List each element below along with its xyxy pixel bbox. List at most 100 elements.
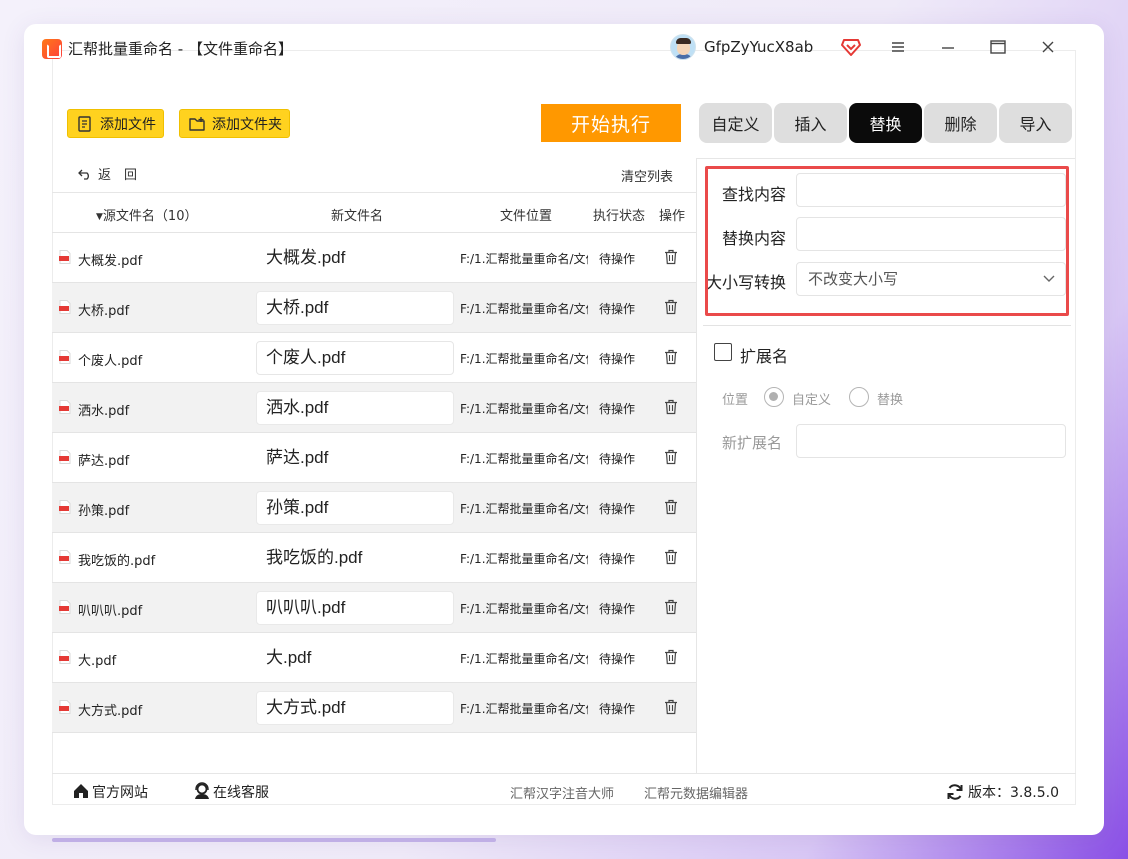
column-header-source[interactable]: ▼源文件名（10） [96, 205, 197, 224]
highlight-box [705, 166, 1069, 316]
new-filename-input[interactable] [256, 391, 454, 425]
username[interactable]: GfpZyYucX8ab [704, 38, 813, 56]
support-icon [195, 782, 209, 799]
trash-icon[interactable] [664, 649, 678, 665]
new-extension-input[interactable] [796, 424, 1066, 458]
source-filename: 大桥.pdf [78, 304, 130, 319]
tab-replace[interactable]: 替换 [849, 103, 922, 143]
extension-checkbox[interactable] [714, 343, 732, 361]
tab-custom[interactable]: 自定义 [699, 103, 772, 143]
file-location: F:/1.汇帮批量重命名/文件 [460, 452, 588, 466]
status-text: 待操作 [599, 652, 636, 666]
new-filename-input[interactable] [256, 591, 454, 625]
source-filename: 个废人.pdf [78, 354, 143, 369]
add-file-button[interactable]: 添加文件 [67, 109, 164, 138]
column-header-status: 执行状态 [593, 209, 646, 224]
panel-divider [696, 158, 697, 773]
new-filename-input[interactable] [256, 341, 454, 375]
app-link-pinyin[interactable]: 汇帮汉字注音大师 [510, 783, 614, 802]
source-filename: 我吃饭的.pdf [78, 554, 156, 569]
pdf-file-icon [59, 500, 71, 514]
column-header-action: 操作 [659, 209, 686, 224]
trash-icon[interactable] [664, 699, 678, 715]
source-filename: 洒水.pdf [78, 404, 130, 419]
radio-replace[interactable] [849, 387, 869, 407]
table-row[interactable]: 大方式.pdf F:/1.汇帮批量重命名/文件待操作 [52, 682, 696, 732]
add-file-label: 添加文件 [100, 116, 156, 133]
clear-list-button[interactable]: 清空列表 [621, 166, 673, 185]
close-icon[interactable] [1036, 37, 1060, 57]
minimize-icon[interactable] [936, 37, 960, 57]
status-text: 待操作 [599, 502, 636, 516]
table-row[interactable]: 大桥.pdf F:/1.汇帮批量重命名/文件待操作 [52, 282, 696, 332]
new-filename-input[interactable] [256, 541, 454, 575]
add-folder-label: 添加文件夹 [212, 116, 282, 133]
table-row[interactable]: 叭叭叭.pdf F:/1.汇帮批量重命名/文件待操作 [52, 582, 696, 632]
new-filename-input[interactable] [256, 441, 454, 475]
table-row[interactable]: 洒水.pdf F:/1.汇帮批量重命名/文件待操作 [52, 382, 696, 432]
user-avatar[interactable] [670, 34, 696, 60]
divider [703, 325, 1071, 326]
app-logo-icon [42, 39, 62, 59]
trash-icon[interactable] [664, 299, 678, 315]
radio-custom[interactable] [764, 387, 784, 407]
trash-icon[interactable] [664, 549, 678, 565]
vip-diamond-icon[interactable] [841, 38, 861, 56]
file-location: F:/1.汇帮批量重命名/文件 [460, 552, 588, 566]
table-row[interactable]: 大.pdf F:/1.汇帮批量重命名/文件待操作 [52, 632, 696, 682]
add-folder-button[interactable]: 添加文件夹 [179, 109, 290, 138]
official-website-link[interactable]: 官方网站 [92, 782, 148, 802]
status-text: 待操作 [599, 252, 636, 266]
add-folder-icon [189, 117, 205, 131]
new-filename-input[interactable] [256, 691, 454, 725]
file-location: F:/1.汇帮批量重命名/文件 [460, 502, 588, 516]
pdf-file-icon [59, 600, 71, 614]
radio-custom-label[interactable]: 自定义 [792, 389, 831, 408]
pdf-file-icon [59, 350, 71, 364]
source-filename: 大概发.pdf [78, 254, 143, 269]
divider [52, 192, 696, 193]
new-filename-input[interactable] [256, 241, 454, 275]
file-location: F:/1.汇帮批量重命名/文件 [460, 252, 588, 266]
home-icon [74, 784, 88, 798]
table-row[interactable]: 我吃饭的.pdf F:/1.汇帮批量重命名/文件待操作 [52, 532, 696, 582]
position-label: 位置 [722, 393, 749, 408]
status-text: 待操作 [599, 452, 636, 466]
table-row[interactable]: 孙策.pdf F:/1.汇帮批量重命名/文件待操作 [52, 482, 696, 532]
tab-insert[interactable]: 插入 [774, 103, 847, 143]
tab-delete[interactable]: 删除 [924, 103, 997, 143]
pdf-file-icon [59, 300, 71, 314]
trash-icon[interactable] [664, 349, 678, 365]
extension-label[interactable]: 扩展名 [740, 343, 788, 367]
refresh-icon[interactable] [946, 783, 964, 801]
table-row[interactable]: 萨达.pdf F:/1.汇帮批量重命名/文件待操作 [52, 432, 696, 482]
new-filename-input[interactable] [256, 291, 454, 325]
back-button[interactable]: 返 回 [78, 164, 137, 183]
sort-down-icon: ▼ [96, 212, 103, 222]
trash-icon[interactable] [664, 499, 678, 515]
online-support-link[interactable]: 在线客服 [213, 782, 269, 802]
status-text: 待操作 [599, 302, 636, 316]
tab-import[interactable]: 导入 [999, 103, 1072, 143]
table-row[interactable]: 个废人.pdf F:/1.汇帮批量重命名/文件待操作 [52, 332, 696, 382]
file-list: 大概发.pdfF:/1.汇帮批量重命名/文件待操作大桥.pdfF:/1.汇帮批量… [52, 232, 696, 732]
table-row[interactable]: 大概发.pdf F:/1.汇帮批量重命名/文件待操作 [52, 232, 696, 282]
trash-icon[interactable] [664, 249, 678, 265]
app-link-metadata[interactable]: 汇帮元数据编辑器 [644, 783, 748, 802]
radio-replace-label[interactable]: 替换 [877, 389, 903, 408]
maximize-icon[interactable] [986, 37, 1010, 57]
trash-icon[interactable] [664, 599, 678, 615]
new-filename-input[interactable] [256, 641, 454, 675]
source-filename: 大.pdf [78, 654, 117, 669]
menu-icon[interactable] [886, 37, 910, 57]
new-filename-input[interactable] [256, 491, 454, 525]
trash-icon[interactable] [664, 449, 678, 465]
back-arrow-icon [78, 169, 89, 180]
file-location: F:/1.汇帮批量重命名/文件 [460, 402, 588, 416]
source-filename: 大方式.pdf [78, 704, 143, 719]
trash-icon[interactable] [664, 399, 678, 415]
start-button[interactable]: 开始执行 [541, 104, 681, 142]
title-bar: 汇帮批量重命名 - 【文件重命名】 GfpZyYucX8ab [42, 34, 1072, 67]
bottom-accent-bar [52, 838, 496, 842]
status-text: 待操作 [599, 702, 636, 716]
